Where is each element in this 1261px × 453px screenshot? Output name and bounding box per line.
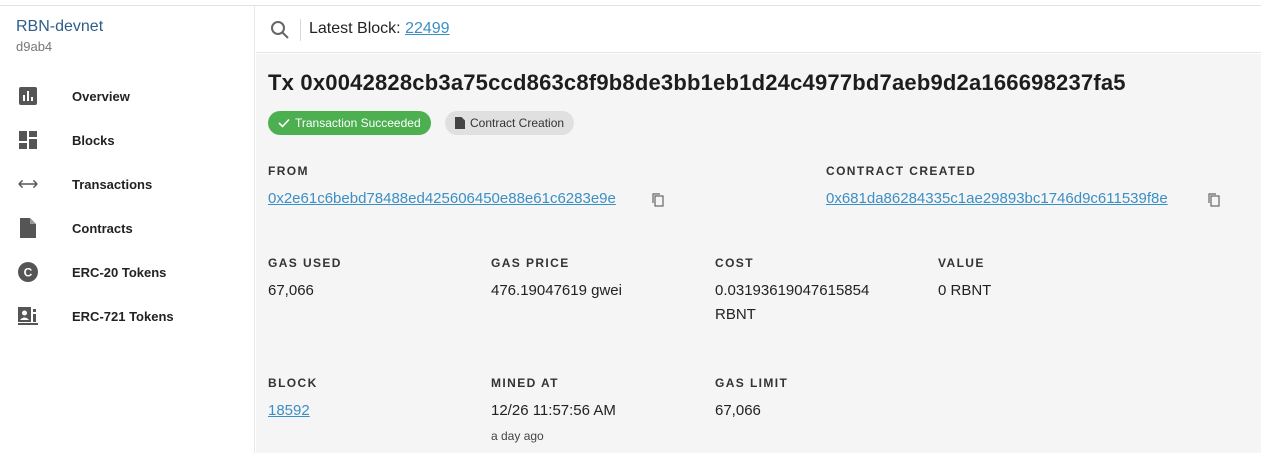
search-divider <box>300 19 301 41</box>
mined-at-value: 12/26 11:57:56 AM <box>491 402 616 419</box>
cost-value: 0.03193619047615854 <box>715 282 870 299</box>
swap-horiz-icon <box>18 174 38 194</box>
contract-creation-badge: Contract Creation <box>445 111 575 135</box>
gas-used-label: GAS USED <box>268 256 342 270</box>
check-icon <box>278 118 290 128</box>
coin-c-icon: C <box>18 262 38 282</box>
block-label: BLOCK <box>268 376 318 390</box>
from-label: FROM <box>268 164 309 178</box>
gas-limit-value: 67,066 <box>715 402 761 419</box>
sidebar-item-blocks[interactable]: Blocks <box>0 118 254 162</box>
mined-at-relative: a day ago <box>491 429 544 443</box>
cost-unit: RBNT <box>715 306 756 323</box>
gas-used-value: 67,066 <box>268 282 314 299</box>
copy-icon[interactable] <box>652 193 664 207</box>
sidebar-item-transactions[interactable]: Transactions <box>0 162 254 206</box>
cost-label: COST <box>715 256 754 270</box>
latest-block: Latest Block: 22499 <box>309 20 450 38</box>
brand-name: RBN-devnet <box>16 18 104 35</box>
status-badge: Transaction Succeeded <box>268 111 431 135</box>
value-label: VALUE <box>938 256 985 270</box>
gas-price-value: 476.19047619 gwei <box>491 282 622 299</box>
sidebar-item-erc20[interactable]: C ERC-20 Tokens <box>0 250 254 294</box>
latest-block-label: Latest Block: <box>309 20 401 37</box>
contract-created-label: CONTRACT CREATED <box>826 164 977 178</box>
value-value: 0 RBNT <box>938 282 992 299</box>
contract-address-link[interactable]: 0x681da86284335c1ae29893bc1746d9c611539f… <box>826 190 1168 207</box>
brand[interactable]: RBN-devnet d9ab4 <box>16 18 103 54</box>
nft-icon <box>18 306 38 326</box>
page-title: Tx 0x0042828cb3a75ccd863c8f9b8de3bb1eb1d… <box>268 70 1126 95</box>
status-badge-label: Transaction Succeeded <box>295 116 421 130</box>
app-window: RBN-devnet d9ab4 Overview Blocks Transac… <box>0 0 1261 453</box>
sidebar: RBN-devnet d9ab4 Overview Blocks Transac… <box>0 6 255 453</box>
transaction-details: Tx 0x0042828cb3a75ccd863c8f9b8de3bb1eb1d… <box>256 54 1261 453</box>
sidebar-item-overview[interactable]: Overview <box>0 74 254 118</box>
brand-hash: d9ab4 <box>16 39 53 54</box>
latest-block-link[interactable]: 22499 <box>405 20 450 37</box>
sidebar-item-contracts[interactable]: Contracts <box>0 206 254 250</box>
sidebar-item-label: Transactions <box>72 176 153 192</box>
document-icon <box>18 218 38 238</box>
sidebar-item-label: Overview <box>72 88 130 104</box>
svg-text:C: C <box>24 266 33 280</box>
document-icon <box>455 117 465 129</box>
copy-icon[interactable] <box>1208 193 1220 207</box>
gas-price-label: GAS PRICE <box>491 256 570 270</box>
search-bar[interactable]: Latest Block: 22499 <box>256 6 1261 53</box>
block-link[interactable]: 18592 <box>268 402 310 419</box>
sidebar-item-label: Contracts <box>72 220 133 236</box>
sidebar-item-label: ERC-721 Tokens <box>72 308 174 324</box>
dashboard-icon <box>18 130 38 150</box>
sidebar-item-label: Blocks <box>72 132 115 148</box>
search-icon[interactable] <box>270 20 290 40</box>
sidebar-item-label: ERC-20 Tokens <box>72 264 167 280</box>
sidebar-nav: Overview Blocks Transactions Contracts C… <box>0 74 254 338</box>
gas-limit-label: GAS LIMIT <box>715 376 789 390</box>
sidebar-item-erc721[interactable]: ERC-721 Tokens <box>0 294 254 338</box>
bar-chart-icon <box>18 86 38 106</box>
contract-creation-label: Contract Creation <box>470 116 565 130</box>
mined-at-label: MINED AT <box>491 376 559 390</box>
from-address-link[interactable]: 0x2e61c6bebd78488ed425606450e88e61c6283e… <box>268 190 616 207</box>
